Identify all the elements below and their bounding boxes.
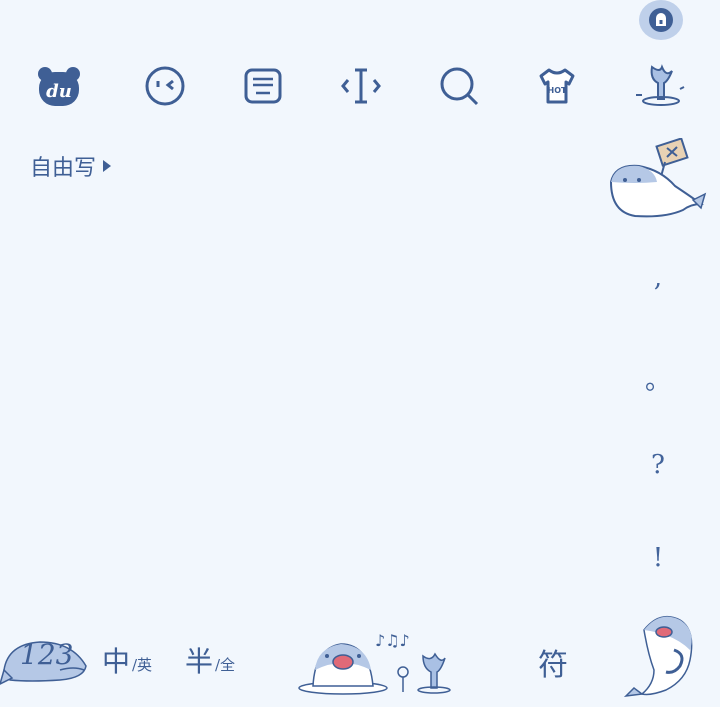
punct-question-key[interactable]: ? — [640, 450, 676, 480]
width-sub-label: /全 — [215, 656, 236, 674]
shark-sign-mascot — [605, 137, 710, 227]
skin-hot-icon[interactable]: HOT — [533, 62, 581, 110]
emoji-icon[interactable] — [141, 62, 189, 110]
space-key[interactable]: ♪♫♪ — [295, 612, 465, 698]
handwrite-mode-selector[interactable]: 自由写 — [30, 150, 112, 182]
triangle-right-icon — [103, 160, 112, 172]
num-key-label: 123 — [20, 638, 74, 671]
svg-text:du: du — [46, 81, 72, 102]
num-key[interactable]: 123 — [0, 620, 92, 690]
lock-a-icon — [649, 8, 673, 32]
whale-tail-icon[interactable] — [632, 60, 688, 108]
lang-sub-label: /英 — [132, 656, 153, 674]
punct-exclaim-key[interactable]: ! — [640, 543, 676, 573]
handwriting-canvas[interactable] — [0, 195, 600, 595]
cursor-move-icon[interactable] — [337, 62, 385, 110]
du-logo-icon[interactable]: du — [35, 62, 83, 110]
symbol-key[interactable]: 符 — [538, 640, 568, 684]
assistant-button[interactable] — [639, 0, 683, 40]
svg-text:♪♫♪: ♪♫♪ — [375, 631, 410, 650]
enter-key[interactable] — [620, 610, 720, 703]
width-main-label: 半 — [185, 645, 214, 678]
punct-period-key[interactable]: 。 — [640, 360, 676, 397]
lang-main-label: 中 — [102, 645, 131, 678]
singing-shark-icon: ♪♫♪ — [298, 631, 451, 695]
jumping-shark-icon — [623, 615, 693, 698]
handwrite-mode-label: 自由写 — [30, 156, 97, 181]
search-icon[interactable] — [435, 62, 483, 110]
punct-comma-key[interactable]: , — [640, 263, 676, 293]
keyboard-icon[interactable] — [239, 62, 287, 110]
svg-text:HOT: HOT — [548, 86, 567, 95]
